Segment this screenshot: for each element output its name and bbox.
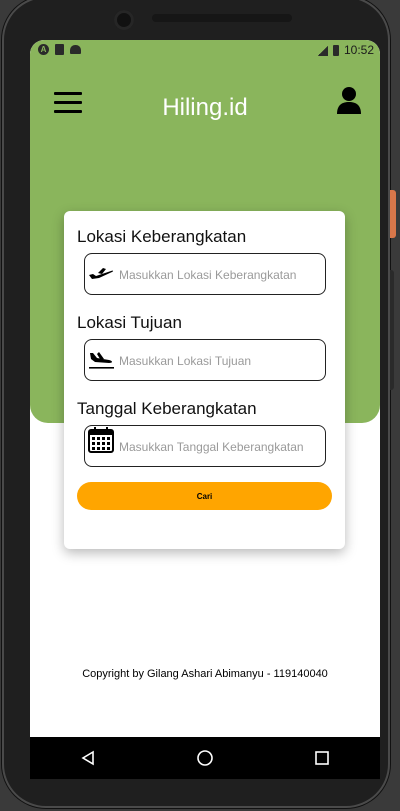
date-label: Tanggal Keberangkatan (77, 399, 257, 418)
home-icon[interactable] (193, 746, 217, 770)
destination-input[interactable] (117, 340, 321, 382)
profile-icon[interactable] (336, 86, 362, 114)
calendar-icon (87, 426, 115, 454)
search-button[interactable]: Cari (77, 482, 332, 510)
copyright-text: Copyright by Gilang Ashari Abimanyu - 11… (82, 668, 328, 680)
earpiece-speaker (152, 14, 292, 22)
battery-icon (332, 44, 339, 56)
status-bar: A 10:52 (30, 40, 380, 62)
android-icon (70, 45, 81, 54)
destination-field[interactable] (84, 339, 326, 382)
airplane-landing-icon (87, 344, 115, 372)
front-camera (114, 10, 134, 30)
android-navigation-bar (30, 737, 380, 779)
departure-input[interactable] (117, 254, 321, 296)
notification-a-icon: A (38, 44, 49, 55)
departure-label: Lokasi Keberangkatan (77, 227, 247, 246)
back-icon[interactable] (76, 746, 100, 770)
airplane-takeoff-icon (87, 258, 115, 286)
signal-icon (317, 44, 328, 56)
app-title: Hiling.id (162, 94, 248, 121)
date-field[interactable] (84, 425, 326, 468)
clock: 10:52 (343, 43, 374, 57)
departure-field[interactable] (84, 253, 326, 296)
power-button (390, 190, 396, 238)
volume-button (390, 270, 394, 390)
app-screen: A 10:52 Hiling.id Lokasi Keberangkatan M… (30, 40, 380, 737)
recents-icon[interactable] (310, 746, 334, 770)
date-input[interactable] (117, 426, 321, 468)
sd-card-icon (55, 44, 64, 55)
search-card: Lokasi Keberangkatan Lokasi Tujuan Ta (64, 211, 345, 549)
destination-label: Lokasi Tujuan (77, 313, 182, 332)
